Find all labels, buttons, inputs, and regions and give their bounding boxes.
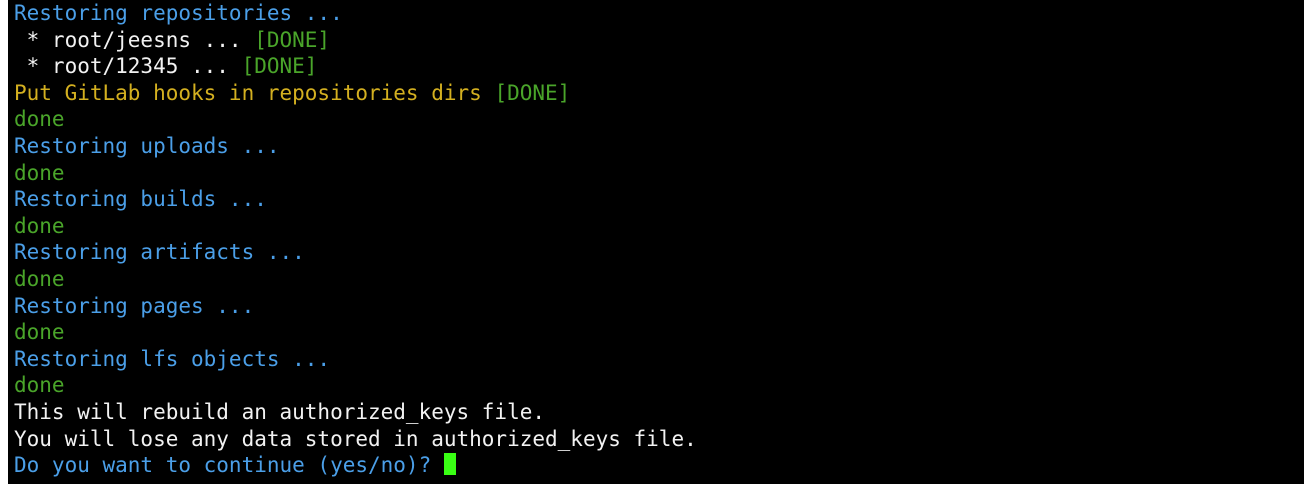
terminal-line-done: done [14, 320, 65, 345]
terminal-line-done: done [14, 266, 65, 291]
terminal-line-done: done [14, 160, 65, 185]
terminal-cursor[interactable] [443, 453, 456, 476]
terminal-prompt-line[interactable]: Do you want to continue (yes/no)? [14, 452, 1304, 479]
terminal-window[interactable]: Restoring repositories ... * root/jeesns… [8, 0, 1304, 484]
terminal-line-rebuild-warning: This will rebuild an authorized_keys fil… [14, 399, 546, 424]
continue-prompt: Do you want to continue (yes/no)? [14, 453, 444, 478]
terminal-line-restoring-uploads: Restoring uploads ... [14, 133, 280, 158]
terminal-line-restoring-pages: Restoring pages ... [14, 293, 255, 318]
terminal-line-restoring-repositories: Restoring repositories ... [14, 1, 343, 25]
terminal-line-repo-jeesns: * root/jeesns ... [DONE] [14, 27, 1304, 54]
terminal-line-data-loss-warning: You will lose any data stored in authori… [14, 426, 697, 451]
gitlab-hooks-status: [DONE] [494, 80, 571, 105]
terminal-line-restoring-artifacts: Restoring artifacts ... [14, 240, 305, 265]
gitlab-hooks-text: Put GitLab hooks in repositories dirs [14, 80, 495, 105]
terminal-line-done: done [14, 107, 65, 132]
repo-jeesns-status: [DONE] [254, 27, 331, 52]
repo-12345-status: [DONE] [241, 54, 318, 79]
repo-12345-text: * root/12345 ... [14, 54, 242, 79]
repo-jeesns-text: * root/jeesns ... [14, 27, 255, 52]
terminal-line-gitlab-hooks: Put GitLab hooks in repositories dirs [D… [14, 80, 1304, 107]
terminal-line-restoring-builds: Restoring builds ... [14, 187, 267, 212]
terminal-line-done: done [14, 373, 65, 398]
terminal-line-done: done [14, 213, 65, 238]
terminal-line-repo-12345: * root/12345 ... [DONE] [14, 53, 1304, 80]
terminal-line-restoring-lfs-objects: Restoring lfs objects ... [14, 346, 331, 371]
